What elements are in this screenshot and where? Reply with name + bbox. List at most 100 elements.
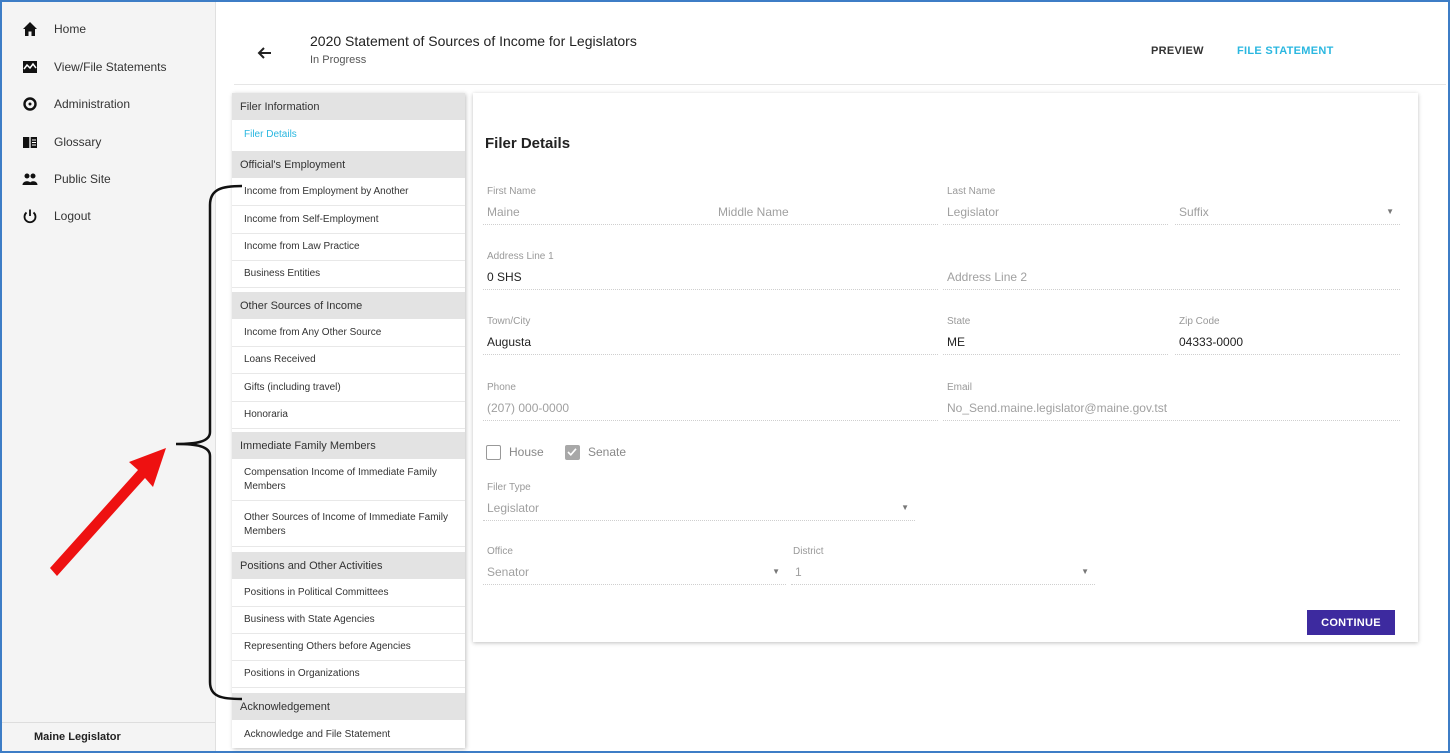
section-item-political-committees[interactable]: Positions in Political Committees — [232, 580, 465, 607]
section-item-business-entities[interactable]: Business Entities — [232, 261, 465, 288]
first-name-label: First Name — [487, 186, 536, 197]
section-item-acknowledge-file[interactable]: Acknowledge and File Statement — [232, 721, 465, 748]
section-nav: Filer Information Filer Details Official… — [232, 93, 465, 748]
nav-home[interactable]: Home — [20, 16, 86, 42]
city-label: Town/City — [487, 316, 531, 327]
section-heading-filer-information: Filer Information — [232, 93, 465, 120]
nav-administration-label: Administration — [54, 97, 131, 111]
office-label: Office — [487, 546, 513, 557]
last-name-value: Legislator — [947, 205, 1000, 219]
check-icon — [567, 448, 577, 456]
section-item-filer-details[interactable]: Filer Details — [232, 121, 465, 148]
last-name-label: Last Name — [947, 186, 996, 197]
section-heading-positions: Positions and Other Activities — [232, 552, 465, 579]
state-label: State — [947, 316, 971, 327]
email-field[interactable]: No_Send.maine.legislator@maine.gov.tst — [943, 398, 1400, 421]
office-value: Senator — [487, 565, 530, 579]
section-item-gifts[interactable]: Gifts (including travel) — [232, 375, 465, 402]
power-icon — [20, 206, 40, 226]
app-sidebar: Home View/File Statements Administration… — [2, 2, 216, 751]
senate-checkbox[interactable] — [565, 445, 580, 460]
filer-type-value: Legislator — [487, 501, 540, 515]
nav-view-file-statements-label: View/File Statements — [54, 60, 167, 74]
zip-field[interactable]: 04333-0000 — [1175, 332, 1400, 355]
district-label: District — [793, 546, 824, 557]
filer-type-label: Filer Type — [487, 482, 531, 493]
section-item-business-state-agencies[interactable]: Business with State Agencies — [232, 607, 465, 634]
section-item-representing-others[interactable]: Representing Others before Agencies — [232, 634, 465, 661]
address1-value: 0 SHS — [487, 270, 522, 284]
state-value: ME — [947, 335, 965, 349]
email-label: Email — [947, 382, 973, 393]
section-heading-acknowledgement: Acknowledgement — [232, 693, 465, 720]
house-label: House — [509, 445, 544, 459]
phone-value: (207) 000-0000 — [487, 401, 570, 415]
section-heading-family: Immediate Family Members — [232, 432, 465, 459]
nav-home-label: Home — [54, 22, 87, 36]
section-item-honoraria[interactable]: Honoraria — [232, 402, 465, 429]
nav-glossary[interactable]: Glossary — [20, 129, 101, 155]
user-name: Maine Legislator — [34, 731, 121, 743]
state-field[interactable]: ME — [943, 332, 1168, 355]
nav-logout[interactable]: Logout — [20, 203, 91, 229]
address2-field[interactable]: Address Line 2 — [943, 267, 1400, 290]
section-item-positions-organizations[interactable]: Positions in Organizations — [232, 661, 465, 688]
continue-button[interactable]: CONTINUE — [1307, 610, 1395, 635]
statement-header: 2020 Statement of Sources of Income for … — [234, 2, 1446, 85]
section-item-family-other-sources[interactable]: Other Sources of Income of Immediate Fam… — [232, 503, 465, 547]
last-name-field[interactable]: Legislator — [943, 202, 1168, 225]
district-value: 1 — [795, 565, 802, 579]
address1-label: Address Line 1 — [487, 251, 554, 262]
phone-field[interactable]: (207) 000-0000 — [483, 398, 938, 421]
nav-public-site-label: Public Site — [54, 172, 111, 186]
section-item-income-any-other-source[interactable]: Income from Any Other Source — [232, 320, 465, 347]
section-item-income-self-employment[interactable]: Income from Self-Employment — [232, 207, 465, 234]
book-icon — [20, 132, 40, 152]
nav-view-file-statements[interactable]: View/File Statements — [20, 54, 167, 80]
first-name-field[interactable]: Maine Middle Name — [483, 202, 938, 225]
address1-field[interactable]: 0 SHS — [483, 267, 938, 290]
address2-placeholder: Address Line 2 — [947, 270, 1028, 284]
house-checkbox[interactable] — [486, 445, 501, 460]
nav-logout-label: Logout — [54, 209, 91, 223]
senate-label: Senate — [588, 445, 627, 459]
section-item-loans-received[interactable]: Loans Received — [232, 347, 465, 374]
office-select[interactable]: Senator ▼ — [483, 562, 786, 585]
filer-details-card: Filer Details First Name Maine Middle Na… — [473, 93, 1418, 642]
preview-button[interactable]: PREVIEW — [1151, 45, 1204, 57]
section-heading-other-sources: Other Sources of Income — [232, 292, 465, 319]
city-field[interactable]: Augusta — [483, 332, 938, 355]
first-name-value: Maine — [487, 205, 520, 219]
suffix-select[interactable]: Suffix ▼ — [1175, 202, 1400, 225]
section-item-income-employment-by-another[interactable]: Income from Employment by Another — [232, 179, 465, 206]
gear-icon — [20, 94, 40, 114]
statement-status: In Progress — [310, 54, 367, 66]
dropdown-arrow-icon: ▼ — [1386, 207, 1394, 216]
nav-public-site[interactable]: Public Site — [20, 166, 111, 192]
section-item-family-compensation[interactable]: Compensation Income of Immediate Family … — [232, 460, 465, 501]
section-item-income-law-practice[interactable]: Income from Law Practice — [232, 234, 465, 261]
nav-administration[interactable]: Administration — [20, 91, 130, 117]
people-icon — [20, 169, 40, 189]
file-statement-button[interactable]: FILE STATEMENT — [1237, 45, 1334, 57]
suffix-placeholder: Suffix — [1179, 205, 1209, 219]
email-value: No_Send.maine.legislator@maine.gov.tst — [947, 401, 1168, 415]
city-value: Augusta — [487, 335, 532, 349]
statements-icon — [20, 57, 40, 77]
middle-name-field[interactable]: Middle Name — [718, 205, 789, 219]
dropdown-arrow-icon: ▼ — [901, 503, 909, 512]
page-title: 2020 Statement of Sources of Income for … — [310, 33, 637, 49]
district-select[interactable]: 1 ▼ — [791, 562, 1095, 585]
dropdown-arrow-icon: ▼ — [1081, 567, 1089, 576]
back-arrow-icon[interactable] — [254, 42, 276, 64]
nav-glossary-label: Glossary — [54, 135, 102, 149]
phone-label: Phone — [487, 382, 516, 393]
home-icon — [20, 19, 40, 39]
dropdown-arrow-icon: ▼ — [772, 567, 780, 576]
zip-label: Zip Code — [1179, 316, 1220, 327]
section-heading-officials-employment: Official's Employment — [232, 151, 465, 178]
filer-type-select[interactable]: Legislator ▼ — [483, 498, 915, 521]
zip-value: 04333-0000 — [1179, 335, 1244, 349]
user-bar: Maine Legislator — [2, 722, 215, 751]
form-title: Filer Details — [485, 135, 571, 152]
